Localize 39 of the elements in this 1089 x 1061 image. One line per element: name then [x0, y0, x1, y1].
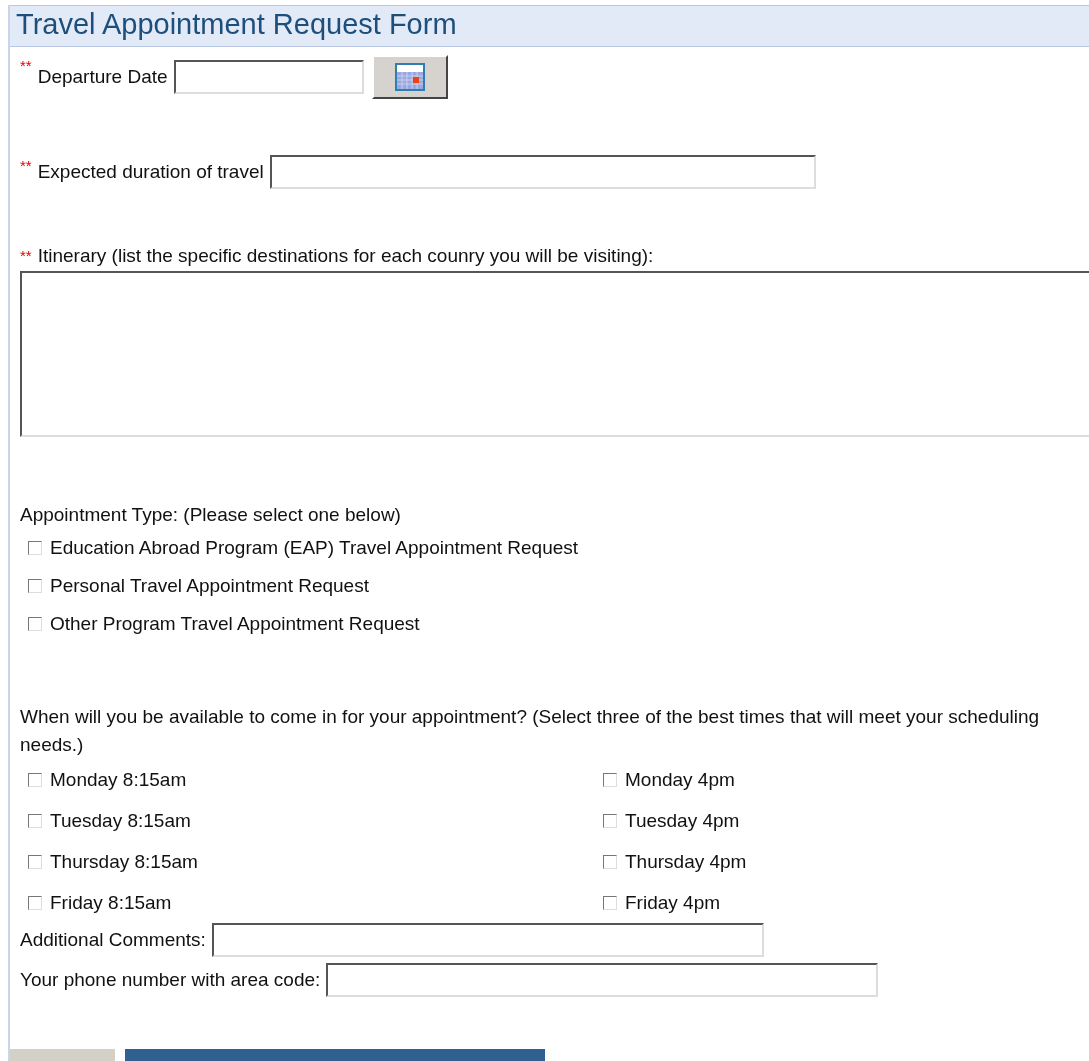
checkbox[interactable]	[28, 579, 42, 593]
field-label: Expected duration of travel	[37, 161, 264, 183]
checkbox[interactable]	[603, 772, 617, 787]
option-label: Monday 8:15am	[50, 768, 187, 791]
checkbox[interactable]	[28, 854, 42, 869]
checkbox[interactable]	[28, 541, 42, 555]
option-label: Friday 4pm	[625, 891, 721, 914]
option-label: Education Abroad Program (EAP) Travel Appointment Request	[50, 537, 579, 559]
option-label: Monday 4pm	[625, 768, 735, 791]
option-label: Friday 8:15am	[50, 891, 172, 914]
checkbox[interactable]	[28, 813, 42, 828]
option-label: Thursday 8:15am	[50, 850, 198, 873]
required-mark: **	[20, 57, 32, 74]
field-label: Additional Comments:	[20, 929, 206, 951]
checkbox[interactable]	[603, 895, 617, 910]
section-label: When will you be available to come in for your appointment? (Select three of the best times that will meet your scheduling needs.)	[20, 705, 1041, 757]
text-input[interactable]	[326, 963, 879, 997]
date-input[interactable]	[173, 60, 364, 94]
option-label: Tuesday 8:15am	[50, 809, 191, 832]
required-mark: **	[20, 157, 32, 174]
checkbox[interactable]	[28, 617, 42, 631]
option-label: Personal Travel Appointment Request	[50, 575, 369, 597]
checkbox[interactable]	[603, 813, 617, 828]
field-label: Itinerary (list the specific destinations for each counry you will be visiting):	[37, 245, 654, 267]
checkbox[interactable]	[603, 854, 617, 869]
form-title: Travel Appointment Request Form	[10, 5, 1089, 47]
section-label: Appointment Type: (Please select one below)	[20, 503, 402, 527]
checkbox[interactable]	[28, 772, 42, 787]
required-mark: **	[20, 247, 32, 264]
calendar-icon	[394, 63, 425, 91]
option-label: Thursday 4pm	[625, 850, 747, 873]
field-label: Your phone number with area code:	[20, 969, 321, 991]
option-label: Other Program Travel Appointment Request	[50, 613, 420, 635]
text-input[interactable]	[211, 923, 764, 957]
option-label: Tuesday 4pm	[625, 809, 740, 832]
text-input[interactable]	[269, 155, 816, 189]
calendar-button[interactable]	[371, 55, 448, 99]
field-label: Departure Date	[37, 66, 168, 88]
checkbox[interactable]	[28, 895, 42, 910]
